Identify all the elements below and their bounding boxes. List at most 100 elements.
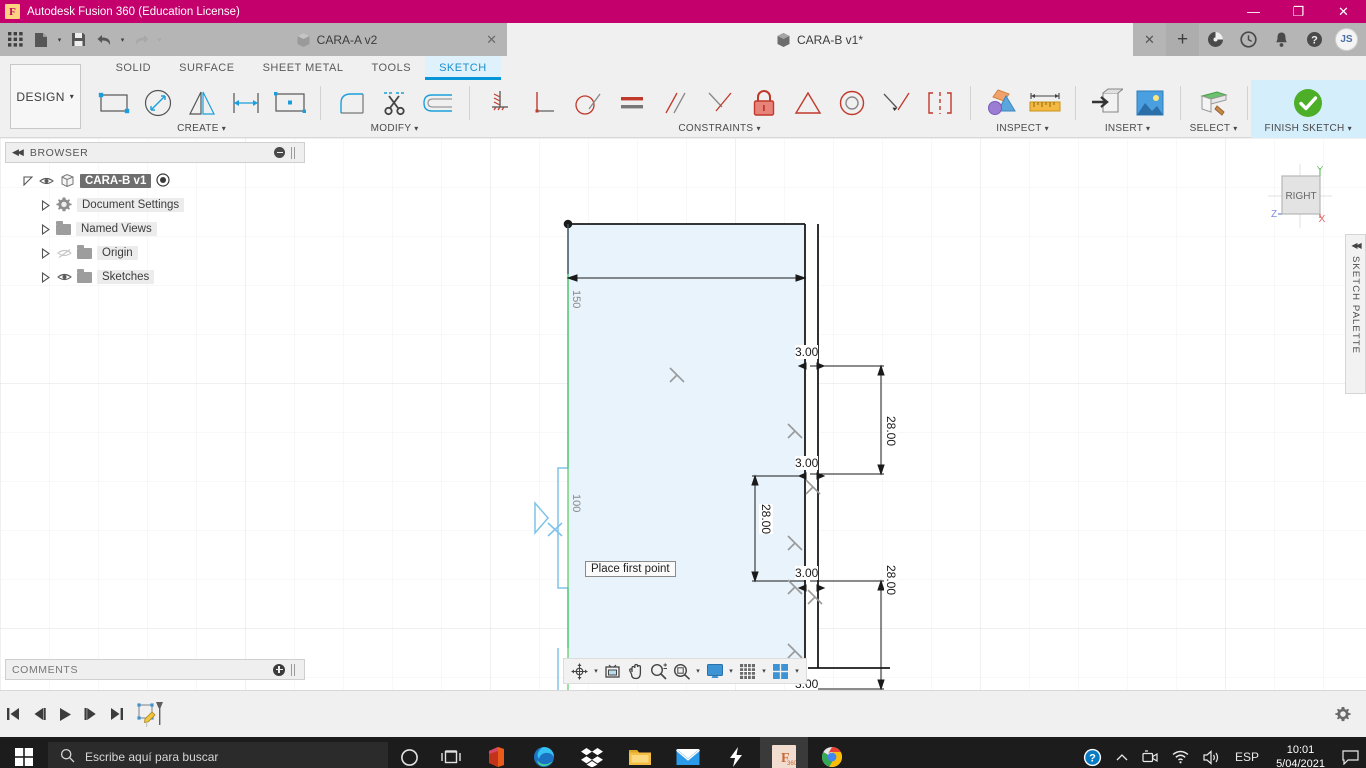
document-tab-cara-a[interactable]: CARA-A v2 ✕ bbox=[167, 23, 507, 56]
activate-component-radio[interactable] bbox=[156, 172, 170, 190]
windows-start-icon[interactable] bbox=[0, 737, 48, 768]
fit-caret-icon[interactable]: ▾ bbox=[693, 659, 703, 683]
browser-node-document-settings[interactable]: Document Settings bbox=[5, 193, 305, 217]
display-settings-icon[interactable] bbox=[703, 659, 726, 683]
browser-minimize-icon[interactable] bbox=[274, 147, 285, 158]
lock-dimension-icon[interactable] bbox=[743, 83, 785, 123]
expand-triangle-icon[interactable] bbox=[41, 199, 51, 211]
lightning-app-icon[interactable] bbox=[712, 737, 760, 768]
fusion360-icon[interactable]: F 360 bbox=[760, 737, 808, 768]
select-paint-icon[interactable] bbox=[1193, 83, 1235, 123]
chevron-down-icon[interactable]: ▾ bbox=[414, 124, 418, 133]
orbit-icon[interactable] bbox=[568, 659, 591, 683]
undo-caret[interactable]: ▾ bbox=[117, 23, 128, 56]
browser-item-label[interactable]: Sketches bbox=[97, 270, 155, 284]
play-icon[interactable] bbox=[52, 691, 78, 738]
sketch-canvas[interactable]: 150 100 50 3.00 28.00 3.00 28.00 3.00 28… bbox=[0, 138, 1366, 690]
orbit-caret-icon[interactable]: ▾ bbox=[591, 659, 601, 683]
view-cube[interactable]: RIGHT Y Z X bbox=[1264, 160, 1336, 232]
fillet-icon[interactable] bbox=[330, 83, 372, 123]
viewports-icon[interactable] bbox=[769, 659, 792, 683]
browser-resize-grip[interactable] bbox=[291, 146, 298, 159]
step-forward-icon[interactable] bbox=[78, 691, 104, 738]
ribbon-tab-solid[interactable]: SOLID bbox=[102, 56, 166, 80]
visibility-hidden-eye-icon[interactable] bbox=[56, 248, 72, 259]
grid-snaps-caret-icon[interactable]: ▾ bbox=[759, 659, 769, 683]
camera-icon[interactable] bbox=[1135, 737, 1165, 768]
equal-icon[interactable] bbox=[611, 83, 653, 123]
comments-panel[interactable]: COMMENTS bbox=[5, 659, 305, 680]
data-panel-icon[interactable] bbox=[1199, 23, 1232, 56]
browser-item-label[interactable]: Document Settings bbox=[77, 198, 185, 212]
step-back-icon[interactable] bbox=[26, 691, 52, 738]
undo-icon[interactable] bbox=[91, 23, 117, 56]
circle-diameter-icon[interactable] bbox=[137, 83, 179, 123]
chevron-down-icon[interactable]: ▾ bbox=[222, 124, 226, 133]
tangent-icon[interactable] bbox=[567, 83, 609, 123]
save-icon[interactable] bbox=[65, 23, 91, 56]
browser-node-origin[interactable]: Origin bbox=[5, 241, 305, 265]
document-tab-close-icon[interactable]: ✕ bbox=[1133, 23, 1166, 56]
pan-hand-icon[interactable] bbox=[624, 659, 647, 683]
tray-chevron-up-icon[interactable] bbox=[1109, 737, 1135, 768]
chevron-down-icon[interactable]: ▾ bbox=[1348, 124, 1352, 133]
grid-snaps-icon[interactable] bbox=[736, 659, 759, 683]
chevron-down-icon[interactable]: ▾ bbox=[756, 124, 760, 133]
ribbon-tab-sketch[interactable]: SKETCH bbox=[425, 56, 501, 80]
task-view-icon[interactable] bbox=[430, 737, 472, 768]
browser-collapse-icon[interactable]: ◀◀ bbox=[12, 147, 24, 158]
go-to-end-icon[interactable] bbox=[104, 691, 130, 738]
fit-icon[interactable] bbox=[670, 659, 693, 683]
rectangle-icon[interactable] bbox=[93, 83, 135, 123]
action-center-icon[interactable] bbox=[1335, 737, 1366, 768]
fix-ground-icon[interactable] bbox=[479, 83, 521, 123]
file-explorer-icon[interactable] bbox=[616, 737, 664, 768]
midpoint-icon[interactable] bbox=[787, 83, 829, 123]
workspace-switcher[interactable]: DESIGN ▾ bbox=[10, 64, 81, 129]
browser-node-sketches[interactable]: Sketches bbox=[5, 265, 305, 289]
document-tab-cara-b[interactable]: CARA-B v1* bbox=[507, 23, 1133, 56]
help-circle-icon[interactable]: ? bbox=[1076, 737, 1109, 768]
insert-image-icon[interactable] bbox=[1129, 83, 1171, 123]
trim-scissors-icon[interactable] bbox=[374, 83, 416, 123]
look-at-icon[interactable] bbox=[601, 659, 624, 683]
new-document-caret[interactable]: ▾ bbox=[54, 23, 65, 56]
ribbon-tab-surface[interactable]: SURFACE bbox=[165, 56, 248, 80]
dimension-value[interactable]: 28.00 bbox=[884, 416, 898, 447]
visibility-eye-icon[interactable] bbox=[38, 176, 54, 186]
sketch-feature-icon[interactable] bbox=[130, 691, 170, 738]
question-help-icon[interactable]: ? bbox=[1298, 23, 1331, 56]
dimension-icon[interactable] bbox=[225, 83, 267, 123]
volume-icon[interactable] bbox=[1196, 737, 1228, 768]
dimension-value[interactable]: 28.00 bbox=[884, 565, 898, 596]
document-tab-close-icon[interactable]: ✕ bbox=[486, 32, 497, 48]
chevron-down-icon[interactable]: ▾ bbox=[1146, 124, 1150, 133]
browser-node-named-views[interactable]: Named Views bbox=[5, 217, 305, 241]
sketch-palette-tab[interactable]: ◀◀ SKETCH PALETTE bbox=[1345, 234, 1366, 394]
green-check-icon[interactable] bbox=[1287, 83, 1329, 123]
redo-caret[interactable]: ▾ bbox=[154, 23, 165, 56]
maximize-button[interactable]: ❐ bbox=[1276, 0, 1321, 23]
browser-item-label[interactable]: Origin bbox=[97, 246, 138, 260]
comments-resize-grip[interactable] bbox=[291, 663, 298, 676]
perpendicular-icon[interactable] bbox=[523, 83, 565, 123]
language-indicator[interactable]: ESP bbox=[1228, 737, 1266, 768]
chevron-down-icon[interactable]: ▾ bbox=[1233, 124, 1237, 133]
minimize-button[interactable]: — bbox=[1231, 0, 1276, 23]
edge-icon[interactable] bbox=[520, 737, 568, 768]
collinear-icon[interactable] bbox=[875, 83, 917, 123]
dimension-value[interactable]: 3.00 bbox=[795, 345, 819, 359]
expand-triangle-icon[interactable] bbox=[41, 271, 51, 283]
offset-icon[interactable] bbox=[418, 83, 460, 123]
office-icon[interactable] bbox=[472, 737, 520, 768]
wifi-icon[interactable] bbox=[1165, 737, 1196, 768]
chevron-down-icon[interactable]: ▾ bbox=[1045, 124, 1049, 133]
browser-item-label[interactable]: Named Views bbox=[76, 222, 157, 236]
new-document-icon[interactable] bbox=[28, 23, 54, 56]
horizontal-vertical-icon[interactable] bbox=[699, 83, 741, 123]
clock-date[interactable]: 10:01 5/04/2021 bbox=[1266, 743, 1335, 768]
dimension-value[interactable]: 28.00 bbox=[759, 504, 773, 535]
dimension-value[interactable]: 3.00 bbox=[795, 566, 819, 580]
parallel-icon[interactable] bbox=[655, 83, 697, 123]
job-status-clock-icon[interactable] bbox=[1232, 23, 1265, 56]
